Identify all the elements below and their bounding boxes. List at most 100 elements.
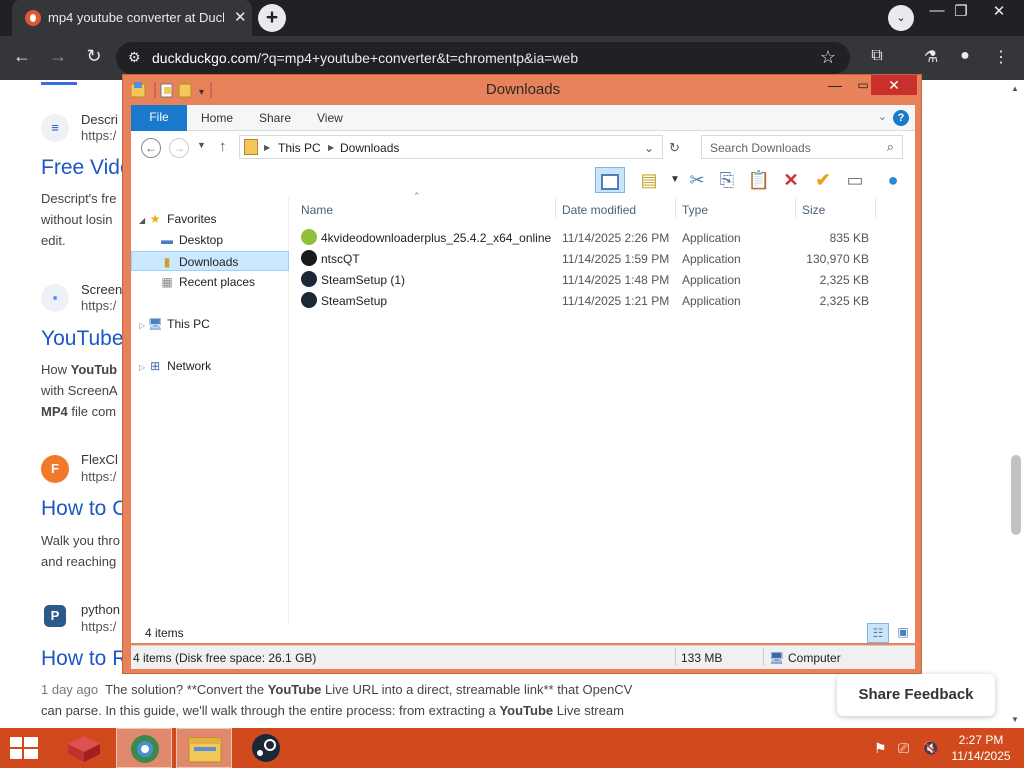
copy-icon[interactable]: ⎘ bbox=[713, 167, 741, 193]
checkmark-icon[interactable]: ✔ bbox=[809, 167, 837, 193]
browser-tab[interactable]: mp4 youtube converter at Duck ✕ bbox=[12, 0, 252, 36]
result-site-name[interactable]: FlexCl bbox=[81, 452, 118, 467]
explorer-address-box[interactable]: ▶ This PC ▶ Downloads ⌄ bbox=[239, 135, 663, 159]
scroll-up-icon[interactable]: ▲ bbox=[1011, 84, 1019, 93]
start-button[interactable] bbox=[10, 737, 38, 759]
column-header-size[interactable]: Size bbox=[802, 203, 825, 217]
column-header-date[interactable]: Date modified bbox=[562, 203, 636, 217]
ribbon-tab-home[interactable]: Home bbox=[201, 111, 233, 125]
reload-icon[interactable]: ↻ bbox=[82, 46, 106, 67]
ribbon-tab-file[interactable]: File bbox=[131, 105, 187, 131]
explorer-minimize-button[interactable]: — bbox=[821, 75, 849, 95]
result-site-name[interactable]: Screen bbox=[81, 282, 122, 297]
profile-icon[interactable]: ● bbox=[954, 47, 976, 65]
address-bar[interactable]: ⚙ duckduckgo.com/?q=mp4+youtube+converte… bbox=[116, 42, 850, 74]
ribbon-tab-view[interactable]: View bbox=[317, 111, 343, 125]
taskbar-file-explorer[interactable] bbox=[176, 728, 232, 768]
scroll-down-icon[interactable]: ▼ bbox=[1011, 715, 1019, 724]
nav-this-pc[interactable]: ▷ 🖥 This PC bbox=[139, 314, 297, 334]
explorer-window: ▾ Downloads — ▭ ✕ File Home Share View ⌄… bbox=[122, 74, 922, 674]
tab-search-button[interactable]: ⌄ bbox=[888, 5, 914, 31]
network-icon[interactable]: ⎚ bbox=[898, 740, 909, 757]
ribbon-tab-share[interactable]: Share bbox=[259, 111, 291, 125]
column-header-name[interactable]: Name bbox=[301, 203, 333, 217]
action-center-flag-icon[interactable]: ⚑ bbox=[874, 740, 887, 757]
properties-icon[interactable]: ▤ bbox=[635, 167, 663, 193]
back-icon[interactable]: ← bbox=[141, 138, 161, 158]
paste-icon[interactable]: 📋 bbox=[745, 167, 773, 193]
ribbon-expand-icon[interactable]: ⌄ bbox=[878, 110, 887, 123]
taskbar-steam[interactable] bbox=[238, 728, 294, 768]
status-location: Computer bbox=[788, 651, 841, 665]
file-row[interactable]: SteamSetup (1) 11/14/2025 1:48 PM Applicat… bbox=[289, 269, 915, 290]
file-type: Application bbox=[682, 252, 741, 266]
column-divider[interactable] bbox=[555, 197, 556, 219]
snippet-line: with ScreenA bbox=[41, 383, 118, 398]
rename-icon[interactable]: ▭ bbox=[841, 167, 869, 193]
nav-network[interactable]: ▷ ⊞ Network bbox=[139, 356, 297, 376]
windows-logo-icon[interactable] bbox=[10, 737, 38, 759]
result-url[interactable]: https:/ bbox=[81, 298, 116, 313]
command-bar: ▤ ▼ ✂ ⎘ 📋 ✕ ✔ ▭ ● bbox=[131, 163, 915, 197]
breadcrumb-this-pc[interactable]: This PC bbox=[278, 141, 321, 155]
up-arrow-icon[interactable]: ↑ bbox=[219, 138, 227, 155]
bookmark-star-icon[interactable]: ☆ bbox=[820, 47, 836, 68]
refresh-icon[interactable]: ↻ bbox=[669, 140, 680, 156]
result-title[interactable]: How to C bbox=[41, 497, 127, 521]
maximize-button[interactable]: ❐ bbox=[946, 2, 976, 20]
page-scrollbar[interactable] bbox=[1011, 455, 1021, 535]
column-divider[interactable] bbox=[875, 197, 876, 219]
large-icons-view-icon[interactable]: ▣ bbox=[893, 623, 913, 643]
cut-icon[interactable]: ✂ bbox=[683, 167, 711, 193]
help-icon[interactable]: ? bbox=[893, 110, 909, 126]
result-url[interactable]: https:/ bbox=[81, 469, 116, 484]
search-input[interactable]: Search Downloads ⌕ bbox=[701, 135, 903, 159]
status-divider bbox=[763, 648, 764, 666]
tab-close-icon[interactable]: ✕ bbox=[234, 8, 247, 26]
nav-favorites[interactable]: ◢ ★ Favorites bbox=[139, 209, 297, 229]
delete-icon[interactable]: ✕ bbox=[777, 167, 805, 193]
column-divider[interactable] bbox=[795, 197, 796, 219]
result-title[interactable]: YouTube bbox=[41, 327, 124, 351]
file-row[interactable]: 4kvideodownloaderplus_25.4.2_x64_online 1… bbox=[289, 227, 915, 248]
new-tab-button[interactable]: + bbox=[258, 4, 286, 32]
chevron-right-icon[interactable]: ▶ bbox=[264, 143, 270, 152]
file-name: 4kvideodownloaderplus_25.4.2_x64_online bbox=[321, 231, 552, 245]
result-site-name[interactable]: Descri bbox=[81, 112, 118, 127]
volume-muted-icon[interactable]: 🔇 bbox=[922, 740, 939, 757]
snippet-line: MP4 file com bbox=[41, 404, 117, 419]
preview-pane-icon[interactable] bbox=[595, 167, 625, 193]
result-site-name[interactable]: python bbox=[81, 602, 120, 617]
explorer-close-button[interactable]: ✕ bbox=[871, 75, 917, 95]
chevron-down-icon[interactable]: ⌄ bbox=[644, 141, 654, 155]
details-view-icon[interactable]: ☷ bbox=[867, 623, 889, 643]
column-header-type[interactable]: Type bbox=[682, 203, 708, 217]
result-title[interactable]: How to R bbox=[41, 647, 127, 671]
result-url[interactable]: https:/ bbox=[81, 128, 116, 143]
menu-kebab-icon[interactable]: ⋮ bbox=[990, 47, 1012, 67]
nav-downloads[interactable]: ▮ Downloads bbox=[131, 251, 289, 271]
column-divider[interactable] bbox=[675, 197, 676, 219]
taskbar-app-1[interactable] bbox=[56, 728, 112, 768]
breadcrumb-downloads[interactable]: Downloads bbox=[340, 141, 399, 155]
result-url[interactable]: https:/ bbox=[81, 619, 116, 634]
search-icon[interactable]: ⌕ bbox=[887, 139, 894, 155]
forward-icon[interactable]: → bbox=[169, 138, 189, 158]
file-row[interactable]: ntscQT 11/14/2025 1:59 PM Application 130,9… bbox=[289, 248, 915, 269]
labs-flask-icon[interactable]: ⚗ bbox=[920, 47, 942, 67]
globe-icon[interactable]: ● bbox=[879, 167, 907, 193]
extensions-icon[interactable]: ⧉ bbox=[866, 47, 888, 65]
chevron-right-icon[interactable]: ▶ bbox=[328, 143, 334, 152]
file-row[interactable]: SteamSetup 11/14/2025 1:21 PM Application 2… bbox=[289, 290, 915, 311]
share-feedback-button[interactable]: Share Feedback bbox=[837, 674, 995, 716]
forward-arrow-icon[interactable]: → bbox=[46, 46, 70, 67]
file-size: 835 KB bbox=[829, 231, 869, 245]
result-title[interactable]: Free Vide bbox=[41, 156, 132, 180]
taskbar-clock[interactable]: 2:27 PM 11/14/2025 bbox=[945, 732, 1017, 764]
file-size: 2,325 KB bbox=[819, 273, 869, 287]
recent-locations-icon[interactable]: ▼ bbox=[197, 140, 206, 150]
site-info-icon[interactable]: ⚙ bbox=[128, 49, 141, 66]
back-arrow-icon[interactable]: ← bbox=[10, 46, 34, 67]
close-button[interactable]: ✕ bbox=[984, 2, 1014, 20]
taskbar-chrome[interactable] bbox=[116, 728, 172, 768]
